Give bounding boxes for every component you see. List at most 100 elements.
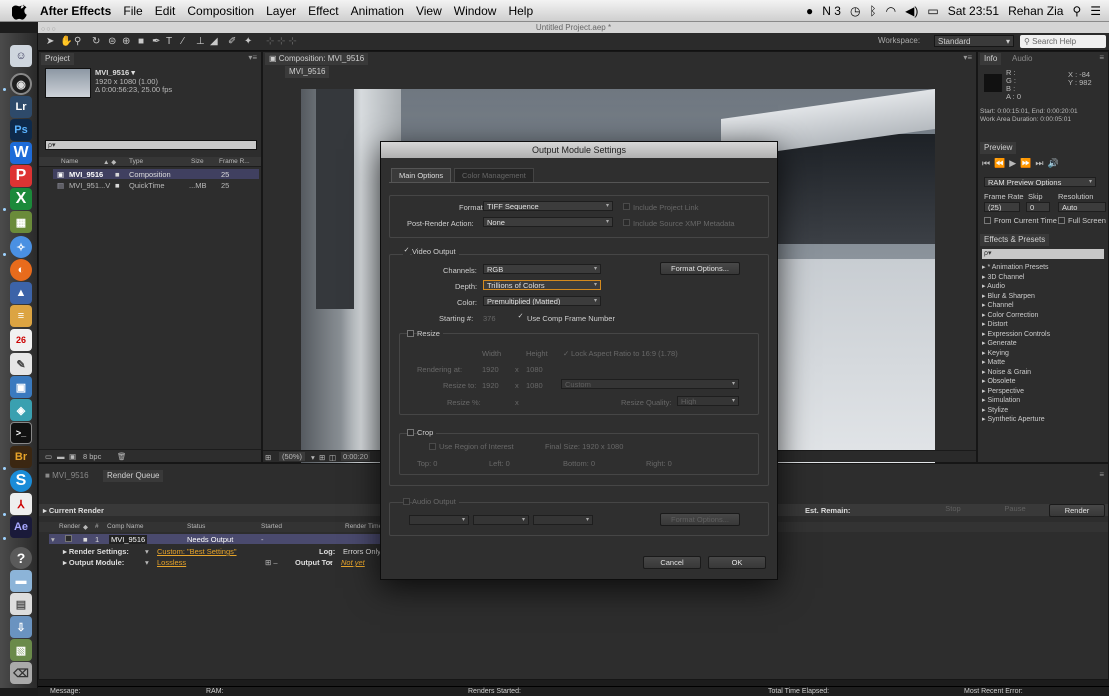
clone-tool-icon[interactable]: ⊥ <box>196 36 205 47</box>
terminal-icon[interactable]: >_ <box>10 422 32 444</box>
menu-window[interactable]: Window <box>454 4 497 18</box>
menu-layer[interactable]: Layer <box>266 4 296 18</box>
starting-number-value[interactable]: 376 <box>483 314 496 323</box>
log-select[interactable]: Errors Only <box>343 547 381 556</box>
column-render-time[interactable]: Render Time <box>345 523 382 530</box>
from-current-time-checkbox[interactable] <box>984 217 991 224</box>
bridge-icon[interactable]: Br <box>10 446 32 468</box>
toggle-icon[interactable]: ⊞ <box>265 453 271 462</box>
menu-app[interactable]: After Effects <box>40 4 111 18</box>
pause-button[interactable]: Pause <box>987 503 1043 516</box>
help-icon[interactable]: ? <box>10 547 32 569</box>
chevron-down-icon[interactable]: ▾ <box>145 547 149 556</box>
current-time-display[interactable]: 0:00:20 <box>341 452 371 461</box>
audio-output-checkbox[interactable] <box>403 498 410 505</box>
expand-icon[interactable]: ▾ <box>51 535 55 544</box>
preview-icon[interactable]: ▲ <box>10 282 32 304</box>
effect-category[interactable]: ▸ Generate <box>982 339 1104 349</box>
chevron-down-icon[interactable]: ▾ <box>329 558 333 567</box>
screen-sharing-icon[interactable]: ▣ <box>10 376 32 398</box>
playback-controls-icon[interactable]: ⏮⏪▶⏩⏭🔊 <box>982 158 1063 169</box>
pen-tool-icon[interactable]: ✒ <box>152 36 160 47</box>
chevron-down-icon[interactable]: ▾ <box>145 558 149 567</box>
effect-category[interactable]: ▸ Color Correction <box>982 311 1104 321</box>
notification-badge[interactable]: N 3 <box>822 4 841 18</box>
after-effects-icon[interactable]: Ae <box>10 516 32 538</box>
effect-category[interactable]: ▸ Stylize <box>982 406 1104 416</box>
comp-subtab[interactable]: MVI_9516 <box>285 66 330 78</box>
current-render-label[interactable]: ▸ Current Render <box>43 506 104 515</box>
magnification-select[interactable]: (50%) <box>279 452 306 461</box>
resize-checkbox[interactable] <box>407 330 414 337</box>
menu-file[interactable]: File <box>123 4 142 18</box>
effect-category[interactable]: ▸ Audio <box>982 282 1104 292</box>
delete-icon[interactable]: 🗑 <box>117 452 127 461</box>
cancel-button[interactable]: Cancel <box>643 556 701 569</box>
bpc-label[interactable]: 8 bpc <box>83 452 101 461</box>
effect-category[interactable]: ▸ Expression Controls <box>982 330 1104 340</box>
tab-audio[interactable]: Audio <box>1008 53 1036 65</box>
effect-category[interactable]: ▸ Matte <box>982 358 1104 368</box>
column-number[interactable]: # <box>95 523 99 530</box>
column-size[interactable]: Size <box>191 158 204 165</box>
resize-to-width[interactable]: 1920 <box>482 381 499 390</box>
puppet-tool-icon[interactable]: ✦ <box>244 36 252 47</box>
acrobat-icon[interactable]: ⅄ <box>10 493 32 515</box>
brush-tool-icon[interactable]: ⁄ <box>182 36 184 47</box>
pan-behind-tool-icon[interactable]: ⊕ <box>122 36 130 47</box>
audio-rate-select[interactable]: ▾ <box>409 515 469 525</box>
effect-category[interactable]: ▸ Noise & Grain <box>982 368 1104 378</box>
render-settings-link[interactable]: Custom: "Best Settings" <box>157 547 237 556</box>
notification-center-icon[interactable]: ☰ <box>1090 4 1101 18</box>
folder-icon[interactable]: ▬ <box>10 570 32 592</box>
roto-brush-tool-icon[interactable]: ✐ <box>228 36 236 47</box>
menu-effect[interactable]: Effect <box>308 4 338 18</box>
volume-icon[interactable]: ◀) <box>905 4 918 18</box>
resize-quality-select[interactable]: High ▾ <box>677 396 739 406</box>
crop-top[interactable]: Top: 0 <box>417 459 437 468</box>
axis-mode-icon[interactable]: ⊹ ⊹ ⊹ <box>266 36 297 47</box>
ok-button[interactable]: OK <box>708 556 766 569</box>
network-icon[interactable]: ◈ <box>10 399 32 421</box>
tab-color-management[interactable]: Color Management <box>454 168 534 182</box>
use-comp-frame-checkbox[interactable]: ✓ <box>517 313 524 321</box>
eraser-tool-icon[interactable]: ◢ <box>210 36 218 47</box>
project-search-input[interactable]: ρ▾ <box>45 140 257 150</box>
tab-composition[interactable]: ▣ Composition: MVI_9516 <box>265 53 369 65</box>
chevron-down-icon[interactable]: ▾ <box>311 453 315 462</box>
menu-animation[interactable]: Animation <box>351 4 404 18</box>
include-xmp-checkbox[interactable] <box>623 219 630 226</box>
effect-category[interactable]: ▸ Obsolete <box>982 377 1104 387</box>
effect-category[interactable]: ▸ Distort <box>982 320 1104 330</box>
spotlight-icon[interactable]: ⚲ <box>1072 4 1081 18</box>
column-render[interactable]: Render <box>59 523 80 530</box>
selection-tool-icon[interactable]: ➤ <box>46 36 54 47</box>
depth-select[interactable]: Trillions of Colors ▾ <box>483 280 601 290</box>
column-name[interactable]: Name <box>61 158 78 165</box>
stop-button[interactable]: Stop <box>925 503 981 516</box>
panel-menu-icon[interactable]: ≡ <box>1099 53 1104 62</box>
clock[interactable]: Sat 23:51 <box>948 4 999 18</box>
crop-checkbox[interactable] <box>407 429 414 436</box>
full-screen-checkbox[interactable] <box>1058 217 1065 224</box>
column-status[interactable]: Status <box>187 523 205 530</box>
grid-icon[interactable]: ⊞ <box>319 453 325 462</box>
zoom-tool-icon[interactable]: ⚲ <box>74 36 81 47</box>
frame-rate-select[interactable]: (25) <box>984 202 1020 212</box>
safari-icon[interactable]: ✧ <box>10 236 32 258</box>
wifi-icon[interactable]: ◠ <box>886 4 896 18</box>
tab-main-options[interactable]: Main Options <box>391 168 452 182</box>
output-module-link[interactable]: Lossless <box>157 558 186 567</box>
column-type[interactable]: Type <box>129 158 143 165</box>
use-roi-checkbox[interactable] <box>429 443 436 450</box>
downloads-icon[interactable]: ⇩ <box>10 616 32 638</box>
effect-category[interactable]: ▸ Perspective <box>982 387 1104 397</box>
panel-menu-icon[interactable]: ▾≡ <box>248 53 257 62</box>
resize-preset-select[interactable]: Custom ▾ <box>561 379 739 389</box>
workspace-select[interactable]: Standard ▾ <box>934 35 1014 47</box>
video-output-checkbox[interactable]: ✓ <box>403 247 410 255</box>
crop-bottom[interactable]: Bottom: 0 <box>563 459 595 468</box>
calendar-icon[interactable]: 26 <box>10 329 32 351</box>
table-row[interactable]: ▣ MVI_9516 ■ Composition 25 <box>53 169 259 179</box>
tab-preview[interactable]: Preview <box>980 142 1017 154</box>
